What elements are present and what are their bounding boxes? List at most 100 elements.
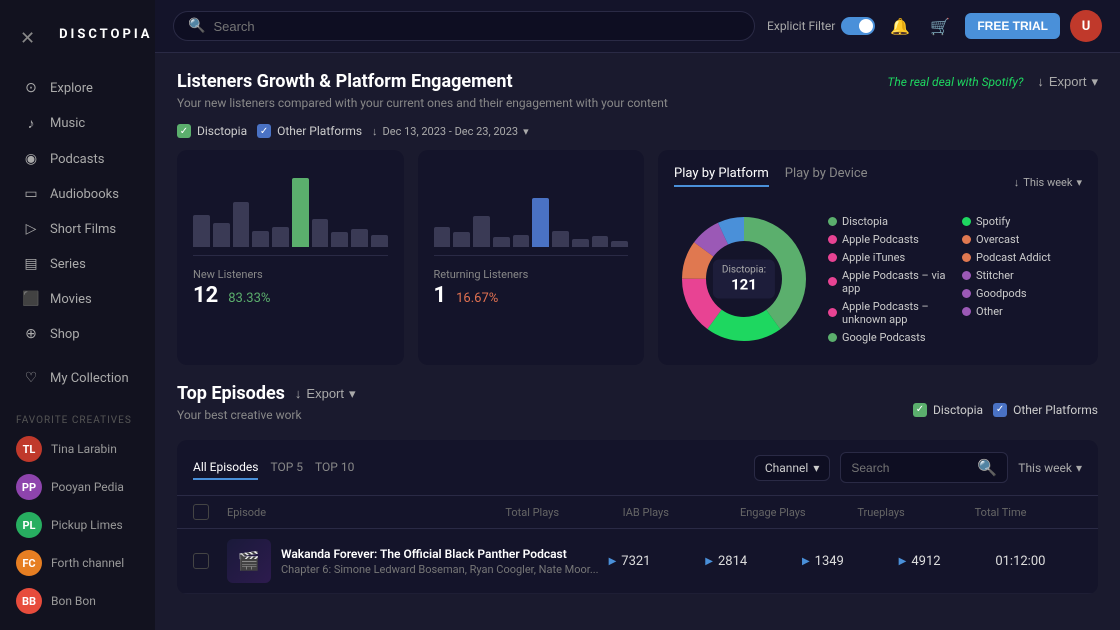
search-bar[interactable]: 🔍 <box>173 11 755 41</box>
legend-dot <box>962 235 971 244</box>
trueplays-value: 4912 <box>911 554 940 569</box>
bar <box>453 232 470 247</box>
tab-play-by-device[interactable]: Play by Device <box>785 166 868 187</box>
episodes-search-input[interactable] <box>851 461 971 475</box>
podcasts-icon: ◉ <box>22 151 40 167</box>
table-row[interactable]: 🎬 Wakanda Forever: The Official Black Pa… <box>177 529 1098 594</box>
favorite-item-pickup[interactable]: PL Pickup Limes <box>0 506 155 544</box>
disctopia-checkbox[interactable] <box>177 124 191 138</box>
legend-item-stitcher: Stitcher <box>962 269 1082 282</box>
legend-dot <box>962 217 971 226</box>
cart-icon[interactable]: 🛒 <box>925 11 955 41</box>
sidebar-item-label: Podcasts <box>50 152 104 167</box>
favorite-item-pooyan[interactable]: PP Pooyan Pedia <box>0 468 155 506</box>
spotify-banner: The real deal with Spotify? <box>887 75 1023 89</box>
content-area: Listeners Growth & Platform Engagement T… <box>155 53 1120 630</box>
free-trial-button[interactable]: FREE TRIAL <box>965 13 1060 39</box>
new-listeners-stat: New Listeners 12 83.33% <box>193 268 270 308</box>
sidebar-item-my-collection[interactable]: ♡ My Collection <box>6 361 149 395</box>
total-time-cell: 01:12:00 <box>995 554 1082 569</box>
tab-all-episodes[interactable]: All Episodes <box>193 456 258 480</box>
user-avatar[interactable]: U <box>1070 10 1102 42</box>
explicit-filter-toggle[interactable] <box>841 17 875 35</box>
sidebar-item-series[interactable]: ▤ Series <box>6 247 149 281</box>
disctopia-filter[interactable]: Disctopia <box>177 124 247 138</box>
other-platforms-checkbox[interactable] <box>257 124 271 138</box>
channel-selector[interactable]: Channel ▾ <box>754 455 831 481</box>
episode-name: Wakanda Forever: The Official Black Pant… <box>281 547 599 561</box>
top-episodes-subtitle: Your best creative work <box>177 408 356 422</box>
sidebar-item-audiobooks[interactable]: ▭ Audiobooks <box>6 177 149 211</box>
bar <box>371 235 388 247</box>
sidebar-item-music[interactable]: ♪ Music <box>6 106 149 141</box>
week-selector[interactable]: ↓ This week ▾ <box>1014 176 1082 189</box>
sidebar-item-movies[interactable]: ⬛ Movies <box>6 282 149 316</box>
top-ep-other-platforms-checkbox[interactable] <box>993 403 1007 417</box>
top-ep-disctopia-filter[interactable]: Disctopia <box>913 403 983 417</box>
iab-plays-value: 2814 <box>718 554 747 569</box>
bar <box>434 227 451 247</box>
legend-item-goodpods: Goodpods <box>962 287 1082 300</box>
listeners-title: Listeners Growth & Platform Engagement <box>177 71 513 92</box>
new-listeners-label: New Listeners <box>193 268 270 281</box>
total-plays-value: 7321 <box>621 554 650 569</box>
other-platforms-filter[interactable]: Other Platforms <box>257 124 362 138</box>
week-label: This week <box>1023 176 1072 189</box>
engage-plays-cell: ▶ 1349 <box>802 554 889 569</box>
favorite-name: Pooyan Pedia <box>51 480 124 494</box>
col-iab-plays-header: IAB Plays <box>623 506 730 519</box>
bar <box>493 237 510 247</box>
donut-svg <box>674 209 814 349</box>
other-platforms-label: Other Platforms <box>277 124 362 138</box>
date-range-picker[interactable]: ↓ Dec 13, 2023 - Dec 23, 2023 ▾ <box>372 125 529 138</box>
sidebar-item-shop[interactable]: ⊕ Shop <box>6 317 149 351</box>
avatar: FC <box>16 550 42 576</box>
close-button[interactable]: ✕ <box>20 20 35 56</box>
avatar: PP <box>16 474 42 500</box>
episodes-search[interactable]: 🔍 <box>840 452 1008 483</box>
sidebar-item-label: Movies <box>50 292 92 307</box>
sidebar-item-short-films[interactable]: ▷ Short Films <box>6 212 149 246</box>
play-icon: ▶ <box>899 556 907 567</box>
header: 🔍 Explicit Filter 🔔 🛒 FREE TRIAL U <box>155 0 1120 53</box>
favorite-item-forth[interactable]: FC Forth channel <box>0 544 155 582</box>
export-button[interactable]: ↓ Export ▾ <box>1037 74 1098 90</box>
play-icon: ▶ <box>802 556 810 567</box>
play-icon: ▶ <box>609 556 617 567</box>
legend-item-apple-itunes: Apple iTunes <box>828 251 948 264</box>
top-ep-other-platforms-filter[interactable]: Other Platforms <box>993 403 1098 417</box>
favorite-name: Forth channel <box>51 556 124 570</box>
engage-plays-value: 1349 <box>815 554 844 569</box>
top-ep-disctopia-checkbox[interactable] <box>913 403 927 417</box>
tab-top-10[interactable]: TOP 10 <box>315 456 354 480</box>
favorite-item-tina[interactable]: TL Tina Larabin <box>0 430 155 468</box>
week-label: This week <box>1018 461 1072 475</box>
favorite-item-bon[interactable]: BB Bon Bon <box>0 582 155 620</box>
bar-chart <box>193 166 388 256</box>
notifications-icon[interactable]: 🔔 <box>885 11 915 41</box>
tab-top-5[interactable]: TOP 5 <box>270 456 303 480</box>
top-episodes-export-button[interactable]: ↓ Export ▾ <box>295 386 356 402</box>
table-header: Episode Total Plays IAB Plays Engage Pla… <box>177 496 1098 529</box>
top-episodes-title-row: Top Episodes ↓ Export ▾ <box>177 383 356 404</box>
col-episode-header: Episode <box>227 506 495 519</box>
favorite-name: Pickup Limes <box>51 518 123 532</box>
search-icon: 🔍 <box>977 458 997 477</box>
favorite-name: Tina Larabin <box>51 442 117 456</box>
sidebar-item-label: My Collection <box>50 371 129 386</box>
returning-listeners-stat: Returning Listeners 1 16.67% <box>434 268 529 308</box>
search-input[interactable] <box>213 19 740 34</box>
sidebar-item-podcasts[interactable]: ◉ Podcasts <box>6 142 149 176</box>
col-total-time-header: Total Time <box>975 506 1082 519</box>
donut-chart: Disctopia: 121 <box>674 209 814 349</box>
sidebar-item-explore[interactable]: ⊙ Explore <box>6 71 149 105</box>
episodes-week-selector[interactable]: This week ▾ <box>1018 461 1082 475</box>
donut-content: Disctopia: 121 Disctopia <box>674 209 1082 349</box>
bar <box>213 223 230 247</box>
select-all-checkbox[interactable] <box>193 504 209 520</box>
tab-play-by-platform[interactable]: Play by Platform <box>674 166 769 187</box>
row-checkbox[interactable] <box>193 553 209 569</box>
total-plays-cell: ▶ 7321 <box>609 554 696 569</box>
sidebar: ✕ DISCTOPIA ⊙ Explore ♪ Music ◉ Podcasts… <box>0 0 155 630</box>
explicit-filter-label: Explicit Filter <box>767 19 835 33</box>
